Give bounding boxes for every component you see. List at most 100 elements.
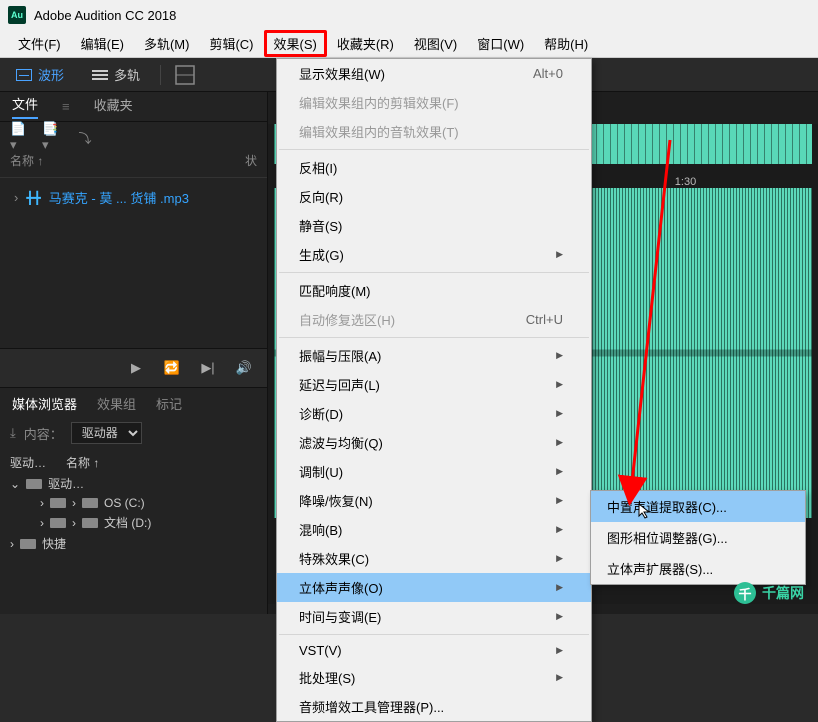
tab-media-browser[interactable]: 媒体浏览器 xyxy=(12,394,77,413)
folder-icon xyxy=(20,539,36,549)
menu-stereo-imagery[interactable]: 立体声声像(O) xyxy=(277,573,591,602)
menu-reverse[interactable]: 反向(R) xyxy=(277,182,591,211)
menu-help[interactable]: 帮助(H) xyxy=(534,30,598,57)
quick-row[interactable]: › 快捷 xyxy=(10,533,257,554)
file-list: › ╋╋ 马赛克 - 莫 ... 货铺 .mp3 xyxy=(0,178,267,348)
drive-label: 驱动… xyxy=(48,475,84,492)
menu-label: 静音(S) xyxy=(299,216,342,235)
submenu-stereo-expander[interactable]: 立体声扩展器(S)... xyxy=(591,553,805,584)
menu-edit-clip-effects: 编辑效果组内的剪辑效果(F) xyxy=(277,88,591,117)
menu-show-effects-rack[interactable]: 显示效果组(W) Alt+0 xyxy=(277,59,591,88)
quick-label: 快捷 xyxy=(42,535,66,552)
menu-amplitude[interactable]: 振幅与压限(A) xyxy=(277,341,591,370)
menu-plugin-manager[interactable]: 音频增效工具管理器(P)... xyxy=(277,692,591,721)
watermark-text: 千篇网 xyxy=(762,583,804,603)
menu-window[interactable]: 窗口(W) xyxy=(467,30,534,57)
menu-label: 振幅与压限(A) xyxy=(299,346,381,365)
menu-time-pitch[interactable]: 时间与变调(E) xyxy=(277,602,591,631)
col-status[interactable]: 状 xyxy=(245,152,257,177)
mode-multitrack[interactable]: 多轨 xyxy=(84,61,148,88)
col-drive-name[interactable]: 名称 ↑ xyxy=(66,454,99,471)
tab-markers[interactable]: 标记 xyxy=(156,394,182,413)
menu-vst[interactable]: VST(V) xyxy=(277,638,591,663)
file-item[interactable]: › ╋╋ 马赛克 - 莫 ... 货铺 .mp3 xyxy=(0,184,267,211)
menu-label: 自动修复选区(H) xyxy=(299,310,395,329)
menu-file[interactable]: 文件(F) xyxy=(8,30,71,57)
drive-doc[interactable]: › › 文档 (D:) xyxy=(10,512,257,533)
menu-view[interactable]: 视图(V) xyxy=(404,30,467,57)
menu-reverb[interactable]: 混响(B) xyxy=(277,515,591,544)
menu-label: 编辑效果组内的剪辑效果(F) xyxy=(299,93,459,112)
effects-menu: 显示效果组(W) Alt+0 编辑效果组内的剪辑效果(F) 编辑效果组内的音轨效… xyxy=(276,58,592,722)
auto-play-icon[interactable]: ▶| xyxy=(197,357,219,379)
menu-multitrack[interactable]: 多轨(M) xyxy=(134,30,200,57)
transport-bar: ▶ 🔁 ▶| 🔊 xyxy=(0,348,267,388)
record-icon[interactable]: 📑▾ xyxy=(42,126,64,148)
menu-delay[interactable]: 延迟与回声(L) xyxy=(277,370,591,399)
volume-icon[interactable]: 🔊 xyxy=(233,357,255,379)
menu-label: 调制(U) xyxy=(299,462,343,481)
menu-batch[interactable]: 批处理(S) xyxy=(277,663,591,692)
loop-icon[interactable]: 🔁 xyxy=(161,357,183,379)
drive-select[interactable]: 驱动器 xyxy=(71,422,142,444)
file-name: 马赛克 - 莫 ... 货铺 .mp3 xyxy=(49,188,189,207)
expand-caret-icon[interactable]: › xyxy=(14,190,18,205)
col-drive[interactable]: 驱动… xyxy=(10,454,60,471)
menu-label: 反向(R) xyxy=(299,187,343,206)
drive-row[interactable]: ⌄ 驱动… xyxy=(10,473,257,494)
menu-modulation[interactable]: 调制(U) xyxy=(277,457,591,486)
menu-silence[interactable]: 静音(S) xyxy=(277,211,591,240)
menu-label: 延迟与回声(L) xyxy=(299,375,380,394)
files-header: 名称 ↑ 状 xyxy=(0,152,267,178)
files-toolbar: 📄▾ 📑▾ ⤵ xyxy=(0,122,267,152)
menu-label: 编辑效果组内的音轨效果(T) xyxy=(299,122,459,141)
submenu-center-extract[interactable]: 中置声道提取器(C)... xyxy=(591,491,805,522)
menu-label: 混响(B) xyxy=(299,520,342,539)
menu-generate[interactable]: 生成(G) xyxy=(277,240,591,269)
tab-favorites[interactable]: 收藏夹 xyxy=(94,95,133,118)
menu-edit-track-effects: 编辑效果组内的音轨效果(T) xyxy=(277,117,591,146)
menu-match-loudness[interactable]: 匹配响度(M) xyxy=(277,276,591,305)
app-title: Adobe Audition CC 2018 xyxy=(34,8,176,23)
disk-icon xyxy=(50,498,66,508)
mode-waveform-label: 波形 xyxy=(38,65,64,84)
drive-icon xyxy=(26,479,42,489)
play-icon[interactable]: ▶ xyxy=(125,357,147,379)
left-panel: 文件 ≡ 收藏夹 📄▾ 📑▾ ⤵ 名称 ↑ 状 › ╋╋ 马赛克 - 莫 ...… xyxy=(0,92,268,614)
menu-shortcut: Ctrl+U xyxy=(526,312,563,327)
watermark-badge: 千 xyxy=(734,582,756,604)
menu-bar: 文件(F) 编辑(E) 多轨(M) 剪辑(C) 效果(S) 收藏夹(R) 视图(… xyxy=(0,30,818,58)
media-content-row: ⤓ 内容： 驱动器 xyxy=(0,418,267,448)
submenu-graphic-phase[interactable]: 图形相位调整器(G)... xyxy=(591,522,805,553)
disk-icon xyxy=(82,498,98,508)
tab-effects-group[interactable]: 效果组 xyxy=(97,394,136,413)
title-bar: Au Adobe Audition CC 2018 xyxy=(0,0,818,30)
menu-invert[interactable]: 反相(I) xyxy=(277,153,591,182)
hud-icon[interactable] xyxy=(173,63,197,87)
watermark: 千 千篇网 xyxy=(734,582,804,604)
doc-drive-label: 文档 (D:) xyxy=(104,514,151,531)
menu-edit[interactable]: 编辑(E) xyxy=(71,30,134,57)
menu-special[interactable]: 特殊效果(C) xyxy=(277,544,591,573)
tab-files[interactable]: 文件 xyxy=(12,94,38,119)
col-name[interactable]: 名称 ↑ xyxy=(10,152,43,177)
disk-icon xyxy=(50,518,66,528)
drive-tree: 驱动… 名称 ↑ ⌄ 驱动… › › OS (C:) › › 文档 (D:) ›… xyxy=(0,448,267,558)
menu-label: 反相(I) xyxy=(299,158,337,177)
tab-files-menu-icon[interactable]: ≡ xyxy=(62,99,70,114)
menu-shortcut: Alt+0 xyxy=(533,66,563,81)
mode-waveform[interactable]: 波形 xyxy=(8,61,72,88)
audio-file-icon: ╋╋ xyxy=(26,191,40,205)
open-file-icon[interactable]: 📄▾ xyxy=(10,126,32,148)
menu-noise[interactable]: 降噪/恢复(N) xyxy=(277,486,591,515)
menu-clip[interactable]: 剪辑(C) xyxy=(199,30,263,57)
menu-filter[interactable]: 滤波与均衡(Q) xyxy=(277,428,591,457)
menu-favorites[interactable]: 收藏夹(R) xyxy=(327,30,404,57)
import-down-icon[interactable]: ⤓ xyxy=(10,425,16,441)
menu-diagnostics[interactable]: 诊断(D) xyxy=(277,399,591,428)
drive-os[interactable]: › › OS (C:) xyxy=(10,494,257,512)
menu-effects[interactable]: 效果(S) xyxy=(264,30,327,57)
import-icon[interactable]: ⤵ xyxy=(74,126,96,148)
menu-auto-heal: 自动修复选区(H) Ctrl+U xyxy=(277,305,591,334)
disk-icon xyxy=(82,518,98,528)
